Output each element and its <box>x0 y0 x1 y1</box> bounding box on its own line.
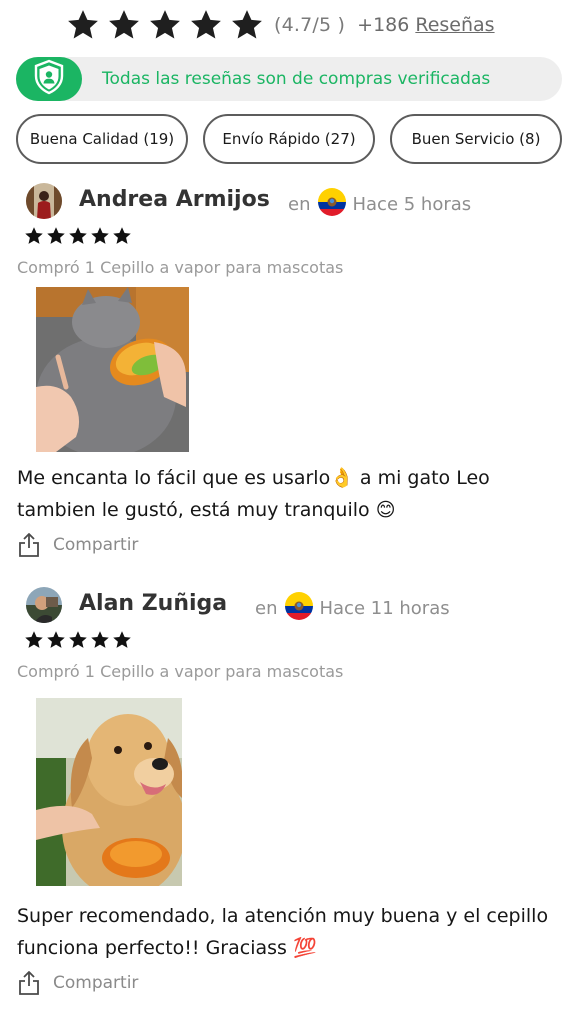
star-icon <box>24 226 44 246</box>
share-label: Compartir <box>53 535 139 555</box>
filter-chip-shipping[interactable]: Envío Rápido (27) <box>203 114 375 164</box>
star-icon <box>68 226 88 246</box>
star-icon <box>112 226 132 246</box>
rating-summary: (4.7/5 ) +186 Reseñas <box>66 4 495 46</box>
reviewer-name: Alan Zuñiga <box>79 591 228 616</box>
review-text: Me encanta lo fácil que es usarlo👌 a mi … <box>17 467 490 521</box>
star-icon <box>68 630 88 650</box>
ecuador-flag-icon <box>285 592 314 625</box>
reviewer-name: Andrea Armijos <box>79 187 270 212</box>
star-icon <box>66 8 100 42</box>
share-label: Compartir <box>53 973 139 993</box>
star-icon <box>189 8 223 42</box>
review-stars <box>24 226 132 246</box>
star-icon <box>107 8 141 42</box>
filter-chip-service[interactable]: Buen Servicio (8) <box>390 114 562 164</box>
review-filters: Buena Calidad (19) Envío Rápido (27) Bue… <box>16 114 562 164</box>
meta-in-label: en <box>288 194 311 215</box>
rating-score: (4.7/5 ) <box>274 14 346 36</box>
review-time: Hace 5 horas <box>352 194 472 215</box>
verified-badge <box>16 57 82 101</box>
share-button[interactable]: Compartir <box>17 532 138 558</box>
star-icon <box>24 630 44 650</box>
avatar <box>26 587 62 623</box>
reviews-link[interactable]: Reseñas <box>415 14 494 36</box>
star-icon <box>90 226 110 246</box>
review-photo[interactable] <box>36 698 182 886</box>
ecuador-flag-icon <box>318 188 347 221</box>
star-icon <box>148 8 182 42</box>
share-icon <box>17 970 41 996</box>
filter-chip-quality[interactable]: Buena Calidad (19) <box>16 114 188 164</box>
review-text: Super recomendado, la atención muy buena… <box>17 905 549 959</box>
review-meta: en Hace 5 horas <box>288 188 471 221</box>
star-icon <box>112 630 132 650</box>
verified-purchases-banner: Todas las reseñas son de compras verific… <box>16 57 562 101</box>
star-icon <box>230 8 264 42</box>
shield-user-icon <box>32 59 66 99</box>
star-icon <box>90 630 110 650</box>
review-count: +186 <box>357 14 410 36</box>
review-stars <box>24 630 132 650</box>
review-photo[interactable] <box>36 287 189 452</box>
rating-stars <box>66 8 264 42</box>
review-meta: en Hace 11 horas <box>255 592 450 625</box>
share-icon <box>17 532 41 558</box>
purchased-item: Compró 1 Cepillo a vapor para mascotas <box>17 662 344 681</box>
avatar <box>26 183 62 219</box>
star-icon <box>46 226 66 246</box>
review-time: Hace 11 horas <box>319 598 450 619</box>
purchased-item: Compró 1 Cepillo a vapor para mascotas <box>17 258 344 277</box>
meta-in-label: en <box>255 598 278 619</box>
verified-text: Todas las reseñas son de compras verific… <box>102 69 491 89</box>
share-button[interactable]: Compartir <box>17 970 138 996</box>
star-icon <box>46 630 66 650</box>
